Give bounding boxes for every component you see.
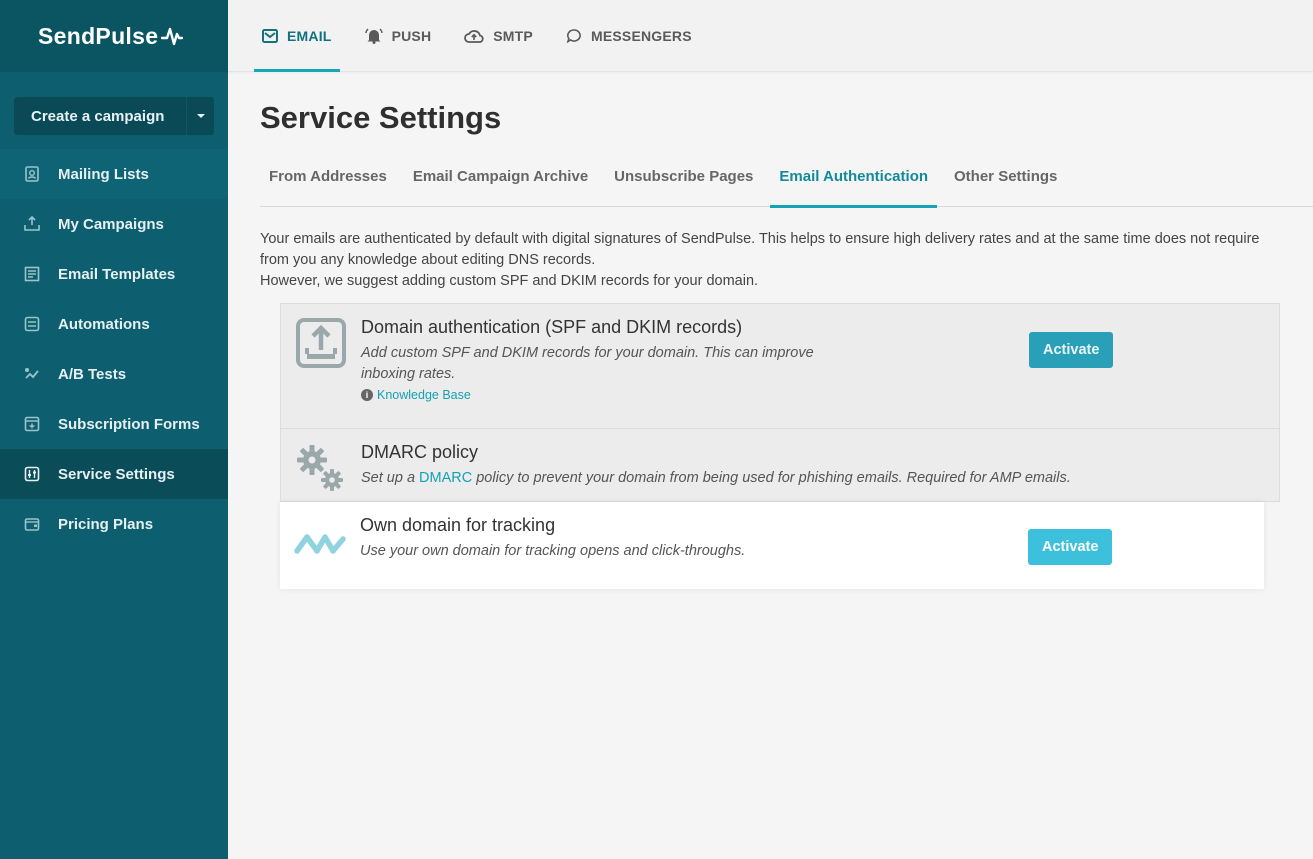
- upload-icon: [24, 216, 40, 232]
- info-icon: i: [361, 389, 373, 401]
- main-content: Service Settings From Addresses Email Ca…: [260, 72, 1313, 589]
- dmarc-link[interactable]: DMARC: [419, 470, 472, 486]
- sidebar-item-automations[interactable]: Automations: [0, 299, 228, 349]
- sidebar-item-ab-tests[interactable]: A/B Tests: [0, 349, 228, 399]
- topnav-smtp[interactable]: SMTP: [456, 0, 541, 72]
- topnav-label: MESSENGERS: [590, 28, 692, 44]
- card-title: Own domain for tracking: [360, 515, 556, 535]
- topnav-label: PUSH: [391, 28, 432, 44]
- sidebar-item-label: A/B Tests: [58, 365, 127, 383]
- tab-from-addresses[interactable]: From Addresses: [260, 168, 396, 207]
- pulse-logo-icon: [161, 27, 184, 46]
- card-description: Use your own domain for tracking opens a…: [360, 543, 746, 559]
- topnav-label: SMTP: [493, 28, 533, 44]
- topnav-messengers[interactable]: MESSENGERS: [558, 0, 700, 72]
- sidebar-item-subscription-forms[interactable]: Subscription Forms: [0, 399, 228, 449]
- upload-box-icon: [281, 304, 361, 428]
- sidebar-item-label: Automations: [58, 315, 150, 333]
- wallet-icon: [24, 516, 40, 532]
- activate-tracking-domain-button[interactable]: Activate: [1028, 529, 1113, 565]
- sidebar-item-mailing-lists[interactable]: Mailing Lists: [0, 149, 228, 199]
- topnav-label: EMAIL: [287, 28, 332, 44]
- card-description: Set up a DMARC policy to prevent your do…: [361, 468, 1279, 489]
- create-campaign-button[interactable]: Create a campaign: [14, 97, 214, 135]
- settings-tabs: From Addresses Email Campaign Archive Un…: [260, 168, 1313, 208]
- logo[interactable]: SendPulse: [0, 0, 228, 72]
- chat-bubble-icon: [566, 28, 582, 44]
- sidebar-item-label: Email Templates: [58, 265, 176, 283]
- card-description: Add custom SPF and DKIM records for your…: [361, 345, 814, 382]
- automation-icon: [24, 316, 40, 332]
- knowledge-base-label: Knowledge Base: [377, 388, 471, 402]
- desc-suffix: policy to prevent your domain from being…: [472, 470, 1071, 486]
- settings-sliders-icon: [24, 466, 40, 482]
- bell-icon: [364, 28, 383, 44]
- tab-email-authentication[interactable]: Email Authentication: [770, 168, 937, 208]
- top-bar: EMAIL PUSH SMTP MESSENGERS: [228, 0, 1313, 72]
- chevron-down-icon: [196, 114, 205, 118]
- card-title: DMARC policy: [361, 442, 479, 462]
- brand-name: SendPulse: [38, 22, 159, 49]
- envelope-icon: [262, 29, 278, 43]
- gears-icon: [281, 429, 361, 501]
- desc-prefix: Set up a: [361, 470, 420, 486]
- create-campaign-dropdown[interactable]: [186, 97, 214, 135]
- sidebar-item-label: Service Settings: [58, 465, 175, 483]
- sidebar-item-label: My Campaigns: [58, 215, 164, 233]
- sidebar-item-label: Subscription Forms: [58, 415, 200, 433]
- activate-domain-auth-button[interactable]: Activate: [1029, 332, 1114, 368]
- knowledge-base-link[interactable]: i Knowledge Base: [361, 388, 1279, 402]
- sidebar-item-my-campaigns[interactable]: My Campaigns: [0, 199, 228, 249]
- page-title: Service Settings: [260, 100, 502, 135]
- intro-text: Your emails are authenticated by default…: [260, 229, 1260, 292]
- template-icon: [24, 266, 40, 282]
- dmarc-card: DMARC policy Set up a DMARC policy to pr…: [280, 429, 1280, 502]
- tab-other-settings[interactable]: Other Settings: [945, 168, 1066, 207]
- ab-test-icon: [24, 366, 40, 382]
- intro-line-2: However, we suggest adding custom SPF an…: [260, 273, 759, 289]
- card-title: Domain authentication (SPF and DKIM reco…: [361, 317, 743, 337]
- topnav-email[interactable]: EMAIL: [254, 0, 340, 72]
- intro-line-1: Your emails are authenticated by default…: [260, 231, 1260, 268]
- auth-options: Domain authentication (SPF and DKIM reco…: [280, 303, 1280, 589]
- sidebar-item-pricing-plans[interactable]: Pricing Plans: [0, 499, 228, 549]
- sidebar-item-label: Pricing Plans: [58, 515, 154, 533]
- sidebar: SendPulse Create a campaign Mailing List…: [0, 0, 228, 859]
- tab-unsubscribe-pages[interactable]: Unsubscribe Pages: [605, 168, 762, 207]
- address-book-icon: [24, 166, 40, 182]
- topnav-push[interactable]: PUSH: [357, 0, 440, 72]
- create-campaign-label: Create a campaign: [31, 107, 165, 125]
- product-nav: EMAIL PUSH SMTP MESSENGERS: [228, 0, 1313, 72]
- sidebar-item-service-settings[interactable]: Service Settings: [0, 449, 228, 499]
- tracking-domain-card: Own domain for tracking Use your own dom…: [280, 502, 1264, 589]
- sidebar-item-email-templates[interactable]: Email Templates: [0, 249, 228, 299]
- pulse-wave-icon: [280, 502, 360, 589]
- sidebar-nav: Mailing Lists My Campaigns Email Templat…: [0, 149, 228, 549]
- tab-email-campaign-archive[interactable]: Email Campaign Archive: [404, 168, 597, 207]
- sidebar-item-label: Mailing Lists: [58, 165, 149, 183]
- form-icon: [24, 416, 40, 432]
- cloud-upload-icon: [464, 28, 484, 44]
- domain-auth-card: Domain authentication (SPF and DKIM reco…: [280, 303, 1280, 429]
